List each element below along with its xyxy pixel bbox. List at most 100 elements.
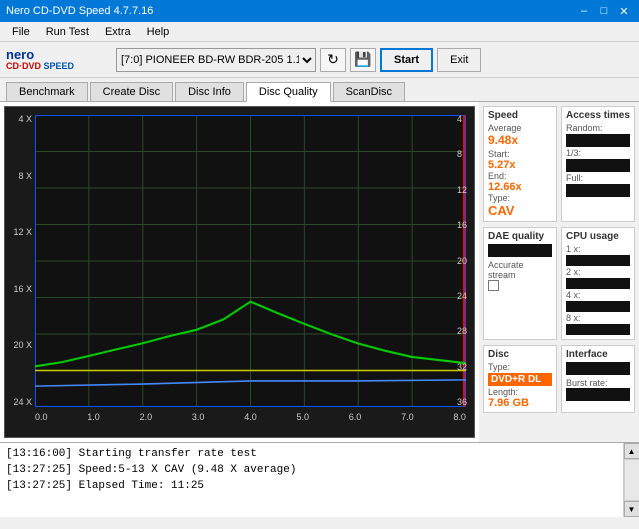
tab-scan-disc[interactable]: ScanDisc <box>333 82 405 101</box>
tab-benchmark[interactable]: Benchmark <box>6 82 88 101</box>
burst-value <box>566 388 630 401</box>
title-text: Nero CD-DVD Speed 4.7.7.16 <box>6 5 153 17</box>
menu-help[interactable]: Help <box>139 24 178 40</box>
cpu-4x-value <box>566 301 630 312</box>
x-5: 5.0 <box>296 412 309 422</box>
main-content: 24 X 20 X 16 X 12 X 8 X 4 X <box>0 102 639 442</box>
x-1: 1.0 <box>87 412 100 422</box>
minimize-button[interactable]: – <box>575 3 593 19</box>
drive-selector[interactable]: [7:0] PIONEER BD-RW BDR-205 1.12 <box>116 48 316 72</box>
maximize-button[interactable]: □ <box>595 3 613 19</box>
onethird-label: 1/3: <box>566 148 630 158</box>
cpu-2x-value <box>566 278 630 289</box>
y-right-16: 16 <box>457 221 467 230</box>
stream-label: stream <box>488 270 552 280</box>
onethird-value <box>566 159 630 172</box>
y-right-4: 4 <box>457 115 462 124</box>
menu-extra[interactable]: Extra <box>97 24 139 40</box>
y-right-8: 8 <box>457 150 462 159</box>
y-label-16x: 16 X <box>13 285 32 294</box>
y-label-24x: 24 X <box>13 398 32 407</box>
reload-button[interactable]: ↻ <box>320 48 346 72</box>
speed-title: Speed <box>488 110 552 121</box>
average-value: 9.48x <box>488 133 552 147</box>
chart-plot <box>35 115 466 407</box>
y-axis-right: 36 32 28 24 20 16 12 8 4 <box>454 115 474 407</box>
tab-disc-quality[interactable]: Disc Quality <box>246 82 331 102</box>
menu-file[interactable]: File <box>4 24 38 40</box>
disc-type-value: DVD+R DL <box>488 373 552 386</box>
menu-bar: File Run Test Extra Help <box>0 22 639 42</box>
cpu-1x: 1 x: <box>566 244 630 254</box>
chart-svg <box>35 115 466 407</box>
average-label: Average <box>488 123 552 133</box>
y-label-20x: 20 X <box>13 341 32 350</box>
x-axis: 0.0 1.0 2.0 3.0 4.0 5.0 6.0 7.0 8.0 <box>35 409 466 437</box>
x-3: 3.0 <box>192 412 205 422</box>
y-right-24: 24 <box>457 292 467 301</box>
start-value: 5.27x <box>488 159 552 171</box>
log-line-2: [13:27:25] Speed:5-13 X CAV (9.48 X aver… <box>6 462 617 478</box>
cpu-8x: 8 x: <box>566 313 630 323</box>
tab-create-disc[interactable]: Create Disc <box>90 82 173 101</box>
y-right-12: 12 <box>457 186 467 195</box>
disc-type-label: Type: <box>488 362 552 372</box>
save-button[interactable]: 💾 <box>350 48 376 72</box>
x-7: 7.0 <box>401 412 414 422</box>
dae-title: DAE quality <box>488 231 552 242</box>
logo-nero: nero <box>6 48 74 61</box>
access-title: Access times <box>566 110 630 121</box>
random-value <box>566 134 630 147</box>
x-2: 2.0 <box>140 412 153 422</box>
chart-area: 24 X 20 X 16 X 12 X 8 X 4 X <box>4 106 475 438</box>
interface-value <box>566 362 630 375</box>
y-label-8x: 8 X <box>18 172 32 181</box>
x-4: 4.0 <box>244 412 257 422</box>
y-label-12x: 12 X <box>13 228 32 237</box>
tab-disc-info[interactable]: Disc Info <box>175 82 244 101</box>
end-value: 12.66x <box>488 181 552 193</box>
log-line-1: [13:16:00] Starting transfer rate test <box>6 446 617 462</box>
y-right-32: 32 <box>457 363 467 372</box>
window-controls: – □ ✕ <box>575 3 633 19</box>
cpu-1x-value <box>566 255 630 266</box>
cpu-8x-value <box>566 324 630 335</box>
logo-cdspeed: CD·DVD SPEED <box>6 61 74 71</box>
close-button[interactable]: ✕ <box>615 3 633 19</box>
x-8: 8.0 <box>453 412 466 422</box>
x-6: 6.0 <box>349 412 362 422</box>
cpu-2x: 2 x: <box>566 267 630 277</box>
disc-title: Disc <box>488 349 552 360</box>
accurate-label: Accurate <box>488 260 552 270</box>
scroll-up-button[interactable]: ▲ <box>624 443 639 459</box>
log-scrollbar: ▲ ▼ <box>623 443 639 517</box>
side-panel: Speed Average 9.48x Start: 5.27x End: 12… <box>479 102 639 442</box>
menu-run-test[interactable]: Run Test <box>38 24 97 40</box>
random-label: Random: <box>566 123 630 133</box>
full-value <box>566 184 630 197</box>
dae-value <box>488 244 552 257</box>
start-button[interactable]: Start <box>380 48 433 72</box>
tab-bar: Benchmark Create Disc Disc Info Disc Qua… <box>0 78 639 102</box>
logo: nero CD·DVD SPEED <box>6 44 106 76</box>
y-axis-left: 24 X 20 X 16 X 12 X 8 X 4 X <box>5 115 35 407</box>
end-label: End: <box>488 171 552 181</box>
start-label: Start: <box>488 149 552 159</box>
scroll-down-button[interactable]: ▼ <box>624 501 639 517</box>
y-right-36: 36 <box>457 398 467 407</box>
disc-length-label: Length: <box>488 387 552 397</box>
log-area: [13:16:00] Starting transfer rate test [… <box>0 442 639 517</box>
type-label: Type: <box>488 193 552 203</box>
exit-button[interactable]: Exit <box>437 48 481 72</box>
cpu-title: CPU usage <box>566 231 630 242</box>
log-line-3: [13:27:25] Elapsed Time: 11:25 <box>6 478 617 494</box>
y-right-20: 20 <box>457 257 467 266</box>
accurate-stream-checkbox[interactable] <box>488 280 499 291</box>
log-content: [13:16:00] Starting transfer rate test [… <box>0 443 623 517</box>
disc-length-value: 7.96 GB <box>488 397 552 409</box>
scroll-track[interactable] <box>624 459 639 501</box>
x-0: 0.0 <box>35 412 48 422</box>
y-label-4x: 4 X <box>18 115 32 124</box>
cpu-4x: 4 x: <box>566 290 630 300</box>
type-value: CAV <box>488 203 552 218</box>
